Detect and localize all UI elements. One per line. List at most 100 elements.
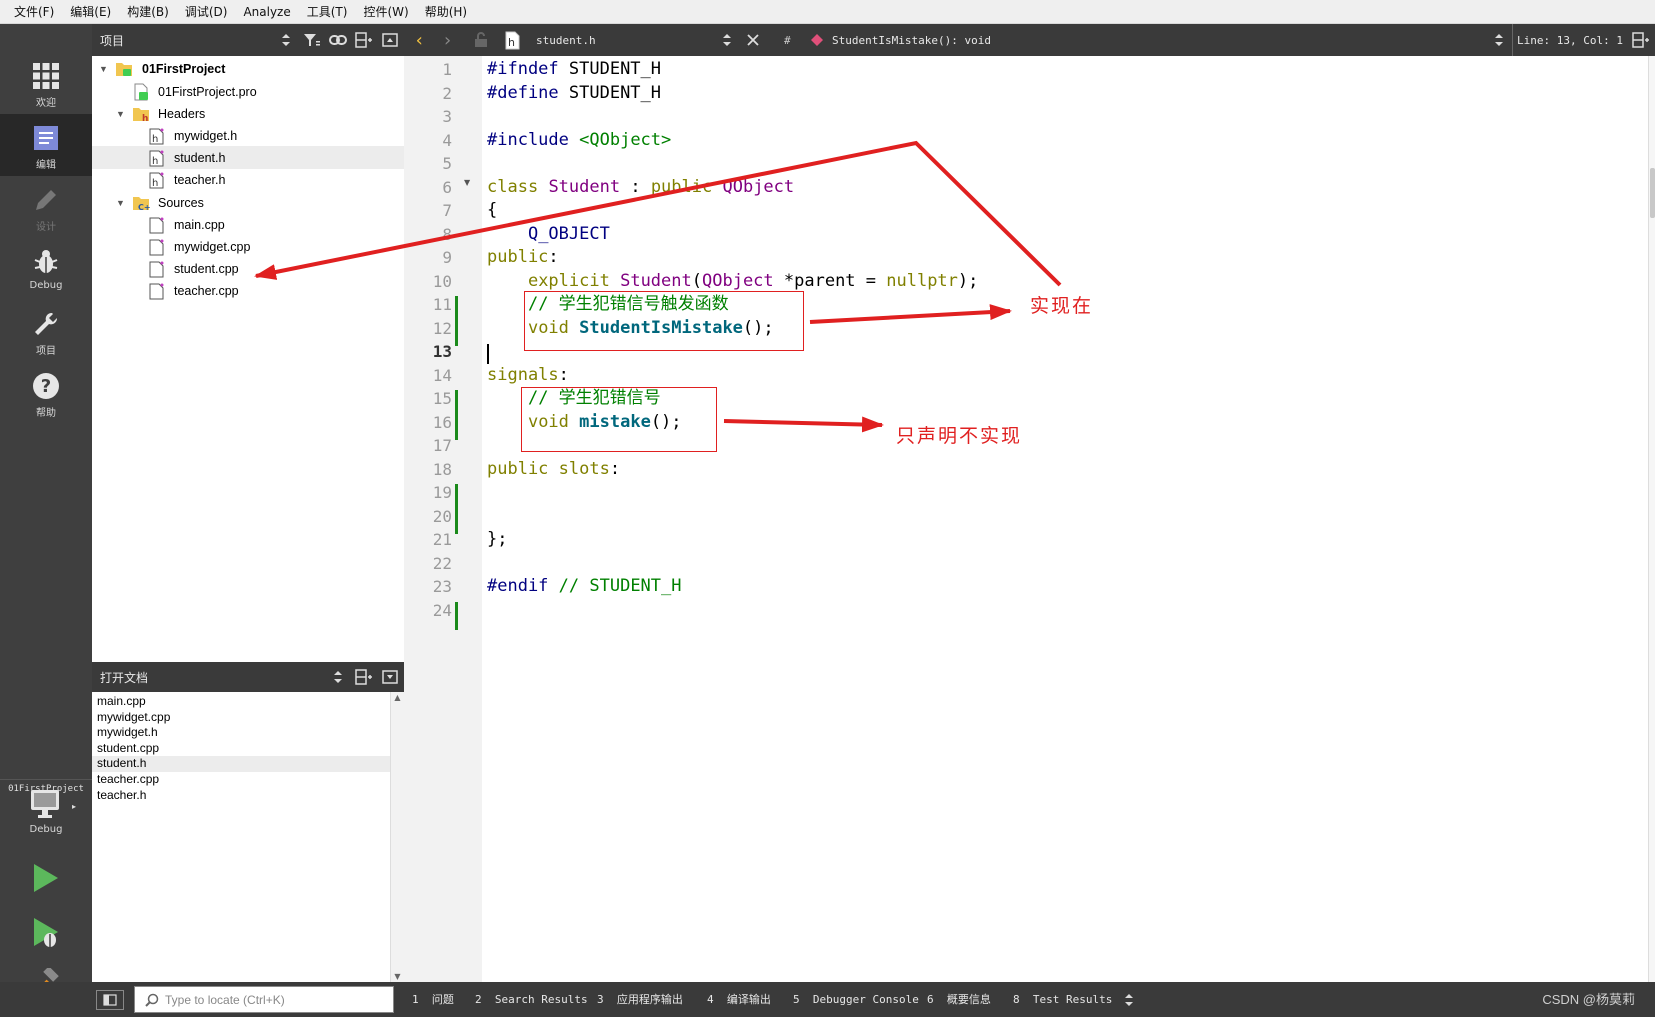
updown-icon[interactable]: [274, 29, 298, 51]
tree-item-project-root[interactable]: ▼ 01FirstProject: [92, 57, 404, 80]
code-line[interactable]: signals:: [487, 364, 569, 388]
tree-item-mywidget-cpp[interactable]: mywidget.cpp: [92, 235, 404, 258]
code-line[interactable]: };: [487, 528, 507, 552]
line-number[interactable]: 14: [404, 364, 452, 388]
split-add-icon[interactable]: [352, 666, 376, 688]
menu-tools[interactable]: 工具(T): [299, 0, 356, 24]
line-number[interactable]: 7: [404, 199, 452, 223]
tree-item-pro-file[interactable]: 01FirstProject.pro: [92, 80, 404, 103]
fold-arrow-icon[interactable]: ▼: [464, 178, 470, 187]
line-number[interactable]: 1: [404, 58, 452, 82]
tree-item-headers[interactable]: ▼ h Headers: [92, 102, 404, 125]
menu-edit[interactable]: 编辑(E): [62, 0, 119, 24]
open-doc-item[interactable]: student.h: [92, 756, 390, 772]
line-number[interactable]: 10: [404, 270, 452, 294]
line-number[interactable]: 24: [404, 599, 452, 623]
mode-design[interactable]: 设计: [0, 176, 92, 238]
code-line[interactable]: {: [487, 199, 497, 223]
menu-help[interactable]: 帮助(H): [417, 0, 475, 24]
mode-welcome[interactable]: 欢迎: [0, 52, 92, 114]
open-doc-item[interactable]: student.cpp: [92, 741, 390, 757]
expand-arrow-icon[interactable]: ▼: [116, 198, 125, 208]
line-number[interactable]: 20: [404, 505, 452, 529]
cursor-position[interactable]: Line: 13, Col: 1: [1512, 24, 1628, 56]
symbol-dropdown-icon[interactable]: [1494, 24, 1508, 56]
line-number[interactable]: 12: [404, 317, 452, 341]
pane-general-messages[interactable]: 6 概要信息: [927, 982, 991, 1017]
line-number[interactable]: 17: [404, 434, 452, 458]
open-doc-item[interactable]: teacher.cpp: [92, 772, 390, 788]
tree-item-sources[interactable]: ▼ C++ Sources: [92, 191, 404, 214]
code-line[interactable]: #ifndef STUDENT_H: [487, 58, 661, 82]
open-docs-scrollbar[interactable]: ▲ ▼: [390, 692, 404, 982]
mode-help[interactable]: ? 帮助: [0, 362, 92, 424]
tree-item-teacher-cpp[interactable]: teacher.cpp: [92, 279, 404, 302]
code-line[interactable]: public:: [487, 246, 559, 270]
updown-icon[interactable]: [326, 666, 350, 688]
toggle-sidebar-button[interactable]: [96, 990, 124, 1010]
panes-updown-icon[interactable]: [1124, 982, 1134, 1017]
line-number[interactable]: 5: [404, 152, 452, 176]
line-number[interactable]: 4: [404, 129, 452, 153]
pane-search-results[interactable]: 2 Search Results: [475, 982, 588, 1017]
collapse-panel-icon[interactable]: [378, 29, 402, 51]
expand-arrow-icon[interactable]: ▼: [99, 64, 108, 74]
pane-test-results[interactable]: 8 Test Results: [1013, 982, 1112, 1017]
pane-issues[interactable]: 1 问题: [412, 982, 454, 1017]
mode-edit[interactable]: 编辑: [0, 114, 92, 176]
scroll-thumb[interactable]: [1650, 168, 1655, 218]
code-line[interactable]: public slots:: [487, 458, 620, 482]
link-icon[interactable]: [326, 29, 350, 51]
line-number[interactable]: 11: [404, 293, 452, 317]
scroll-up-icon[interactable]: ▲: [391, 693, 404, 702]
code-line[interactable]: #endif // STUDENT_H: [487, 575, 682, 599]
line-number[interactable]: 2: [404, 82, 452, 106]
nav-forward-icon[interactable]: ›: [442, 24, 462, 56]
current-file-name[interactable]: student.h: [536, 24, 716, 56]
expand-arrow-icon[interactable]: ▼: [116, 109, 125, 119]
line-number[interactable]: 8: [404, 223, 452, 247]
line-number[interactable]: 19: [404, 481, 452, 505]
split-editor-icon[interactable]: [1632, 24, 1654, 56]
editor-scrollbar[interactable]: [1648, 56, 1655, 982]
tree-item-student-h[interactable]: h student.h: [92, 146, 404, 169]
project-panel-title[interactable]: 项目: [100, 32, 274, 49]
run-button[interactable]: [30, 862, 62, 897]
line-number[interactable]: 9: [404, 246, 452, 270]
scroll-down-icon[interactable]: ▼: [391, 972, 404, 981]
open-doc-item[interactable]: mywidget.h: [92, 725, 390, 741]
pane-app-output[interactable]: 3 应用程序输出: [597, 982, 683, 1017]
tree-item-mywidget-h[interactable]: h mywidget.h: [92, 124, 404, 147]
file-dropdown-icon[interactable]: [722, 24, 736, 56]
mode-debug[interactable]: Debug: [0, 238, 92, 300]
menu-file[interactable]: 文件(F): [6, 0, 62, 24]
current-symbol[interactable]: StudentIsMistake(): void: [832, 24, 1132, 56]
code-line[interactable]: explicit Student(QObject *parent = nullp…: [487, 270, 978, 294]
pane-debugger-console[interactable]: 5 Debugger Console: [793, 982, 919, 1017]
nav-back-icon[interactable]: ‹: [414, 24, 434, 56]
tree-item-teacher-h[interactable]: h teacher.h: [92, 168, 404, 191]
open-doc-item[interactable]: main.cpp: [92, 694, 390, 710]
code-line[interactable]: #define STUDENT_H: [487, 82, 661, 106]
menu-widgets[interactable]: 控件(W): [355, 0, 416, 24]
line-number[interactable]: 21: [404, 528, 452, 552]
kit-selector[interactable]: Debug: [0, 776, 92, 838]
line-number[interactable]: 13: [404, 340, 452, 364]
close-file-icon[interactable]: [746, 24, 766, 56]
tree-item-student-cpp[interactable]: student.cpp: [92, 257, 404, 280]
debug-run-button[interactable]: [30, 916, 62, 953]
menu-debug[interactable]: 调试(D): [177, 0, 236, 24]
pane-compile-output[interactable]: 4 编译输出: [707, 982, 771, 1017]
menu-analyze[interactable]: Analyze: [235, 0, 298, 24]
line-number[interactable]: 23: [404, 575, 452, 599]
line-number[interactable]: 22: [404, 552, 452, 576]
line-number[interactable]: 15: [404, 387, 452, 411]
mode-projects[interactable]: 项目: [0, 300, 92, 362]
code-line[interactable]: #include <QObject>: [487, 129, 671, 153]
menu-build[interactable]: 构建(B): [119, 0, 177, 24]
line-number[interactable]: 3: [404, 105, 452, 129]
lock-icon[interactable]: [474, 24, 492, 56]
line-number[interactable]: 6: [404, 176, 452, 200]
line-number[interactable]: 16: [404, 411, 452, 435]
close-panel-icon[interactable]: [378, 666, 402, 688]
